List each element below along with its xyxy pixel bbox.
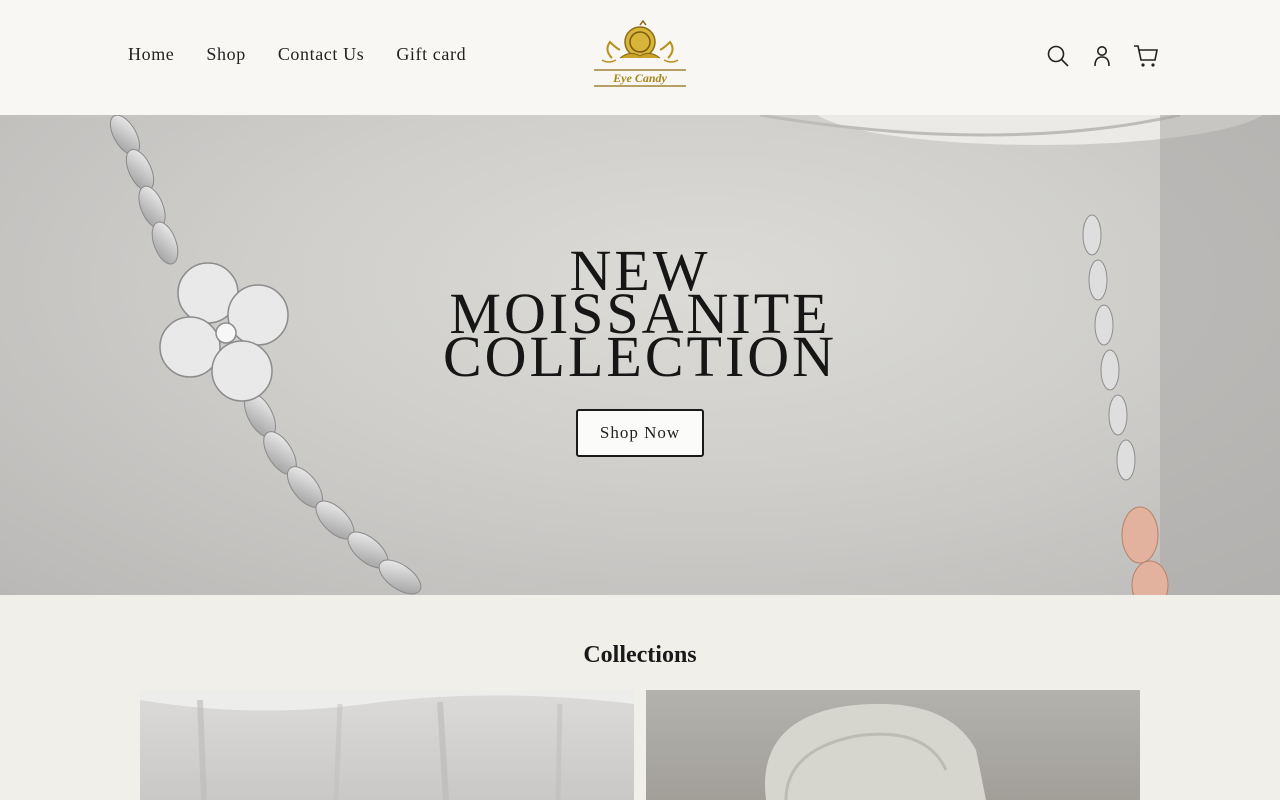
nav-contact-us[interactable]: Contact Us [262, 38, 381, 71]
nav-gift-card[interactable]: Gift card [380, 38, 482, 71]
hero-title-line-3: COLLECTION [442, 324, 838, 389]
nav-shop[interactable]: Shop [190, 38, 261, 71]
store-logo[interactable]: Eye Candy [590, 19, 690, 94]
collection-card-image [765, 703, 986, 800]
site-header: Home Shop Contact Us Gift card Eye Candy [0, 0, 1280, 115]
collection-card-image [140, 690, 634, 800]
hero-title: NEW MOISSANITE COLLECTION [340, 242, 940, 389]
logo-emblem: Eye Candy [594, 19, 686, 87]
hero-banner: NEW MOISSANITE COLLECTION Shop Now [0, 115, 1280, 595]
logo-wordmark: Eye Candy [612, 71, 667, 85]
header-icons [1040, 38, 1164, 74]
collection-card[interactable] [140, 690, 634, 800]
collection-card[interactable] [646, 690, 1140, 800]
shop-now-button[interactable]: Shop Now [576, 409, 704, 457]
nav-home[interactable]: Home [112, 38, 190, 71]
main-nav: Home Shop Contact Us Gift card [112, 38, 482, 71]
collections-heading: Collections [583, 642, 697, 668]
search-icon[interactable] [1040, 38, 1076, 74]
cart-icon[interactable] [1128, 38, 1164, 74]
account-icon[interactable] [1084, 38, 1120, 74]
